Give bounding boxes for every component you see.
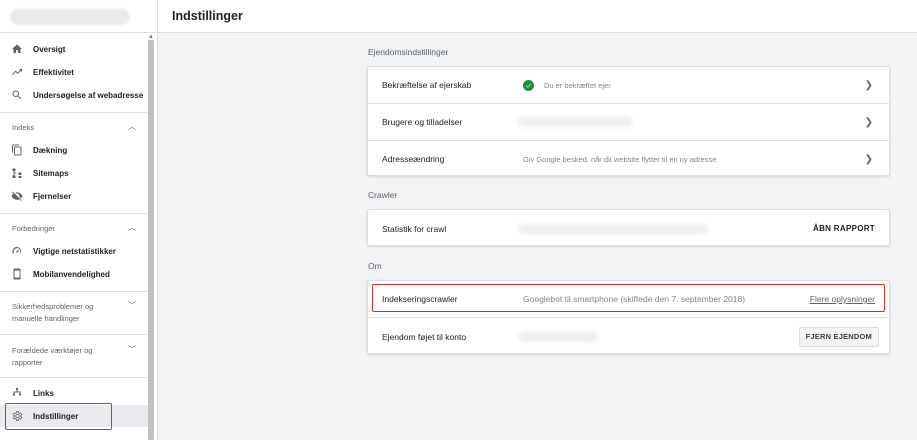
section-title-crawler: Crawler	[368, 190, 398, 200]
row-label: Ejendom føjet til konto	[382, 331, 467, 342]
sidebar-item-daekning[interactable]: Dækning	[0, 139, 148, 161]
sidebar-item-label: Dækning	[33, 145, 68, 155]
property-name-blurred	[10, 9, 130, 25]
row-value: Giv Google besked, når dit website flytt…	[523, 154, 717, 164]
sidebar-scrollbar[interactable]	[148, 40, 154, 440]
sidebar-item-sitemaps[interactable]: Sitemaps	[0, 162, 148, 184]
chevron-down-icon: ﹀	[128, 301, 136, 310]
section-title-line: Sikkerhedsproblemer og	[12, 302, 94, 311]
divider	[0, 334, 148, 335]
highlight-box	[372, 284, 885, 312]
sidebar-item-label: Effektivitet	[33, 67, 74, 77]
divider	[0, 112, 148, 113]
sitemap-icon	[11, 167, 23, 179]
sidebar-item-effektivitet[interactable]: Effektivitet	[0, 61, 148, 83]
sidebar-item-label: Links	[33, 388, 54, 398]
section-forbedringer[interactable]: Forbedringer ︿	[0, 223, 148, 235]
row-label: Adresseændring	[382, 154, 445, 164]
row-users-permissions[interactable]: Brugere og tilladelser ❯	[368, 104, 889, 140]
section-title-ejendomsindstillinger: Ejendomsindstillinger	[368, 47, 449, 57]
sidebar-item-label: Oversigt	[33, 44, 66, 54]
highlight-box	[5, 403, 112, 430]
section-title: Forbedringer	[12, 224, 55, 233]
page-title: Indstillinger	[172, 9, 243, 23]
row-label: Bekræftelse af ejerskab	[382, 80, 472, 90]
section-title-line: Forældede værktøjer og	[12, 346, 93, 355]
sidebar-item-label: Vigtige netstatistikker	[33, 246, 116, 256]
copy-icon	[11, 144, 23, 156]
chevron-up-icon: ︿	[128, 223, 136, 232]
sidebar: ▲ Oversigt Effektivitet Undersøgelse af …	[0, 0, 158, 440]
sidebar-item-label: Fjernelser	[33, 191, 72, 201]
sidebar-item-undersogelse[interactable]: Undersøgelse af webadresse	[0, 84, 148, 106]
section-indeks[interactable]: Indeks ︿	[0, 122, 148, 134]
search-icon	[11, 89, 23, 101]
links-icon	[11, 387, 23, 399]
section-title: Indeks	[12, 123, 35, 132]
section-title-line: rapporter	[12, 358, 43, 367]
eye-off-icon	[11, 190, 23, 202]
remove-property-button[interactable]: FJERN EJENDOM	[798, 326, 879, 347]
row-property-added: Ejendom føjet til konto FJERN EJENDOM	[368, 318, 889, 355]
verified-status: Du er bekræftet ejer	[544, 80, 611, 90]
sidebar-item-label: Mobilanvendelighed	[33, 269, 110, 279]
chevron-right-icon: ❯	[864, 116, 873, 128]
check-circle-icon	[523, 79, 534, 91]
row-address-change[interactable]: Adresseændring Giv Google besked, når di…	[368, 141, 889, 177]
sidebar-item-oversigt[interactable]: Oversigt	[0, 38, 148, 60]
divider	[0, 291, 148, 292]
sidebar-item-mobilanvendelighed[interactable]: Mobilanvendelighed	[0, 263, 148, 285]
chevron-up-icon: ︿	[128, 122, 136, 131]
chevron-right-icon: ❯	[864, 79, 873, 91]
divider	[0, 377, 148, 378]
section-title: Sikkerhedsproblemer og manuelle handling…	[12, 301, 93, 325]
row-verify-ownership[interactable]: Bekræftelse af ejerskab Du er bekræftet …	[368, 67, 889, 103]
section-sikkerhed[interactable]: Sikkerhedsproblemer og manuelle handling…	[0, 301, 148, 325]
open-report-button[interactable]: ÅBN RAPPORT	[813, 224, 875, 233]
chevron-down-icon: ﹀	[128, 345, 136, 354]
speedometer-icon	[11, 245, 23, 257]
home-icon	[11, 43, 23, 55]
row-label: Statistik for crawl	[382, 223, 447, 234]
section-title-line: manuelle handlinger	[12, 314, 80, 323]
row-crawl-stats: Statistik for crawl ÅBN RAPPORT	[368, 210, 889, 247]
sidebar-item-links[interactable]: Links	[0, 382, 148, 404]
row-value: Du er bekræftet ejer	[523, 79, 611, 91]
divider	[0, 213, 148, 214]
property-selector[interactable]	[0, 0, 157, 33]
blurred-value	[518, 331, 598, 342]
sidebar-item-label: Sitemaps	[33, 168, 69, 178]
chevron-right-icon: ❯	[864, 153, 873, 165]
sidebar-item-label: Undersøgelse af webadresse	[33, 90, 144, 100]
blurred-value	[518, 117, 633, 127]
blurred-value	[518, 223, 708, 234]
sidebar-item-fjernelser[interactable]: Fjernelser	[0, 185, 148, 207]
section-title: Forældede værktøjer og rapporter	[12, 345, 92, 369]
sidebar-item-netstatistikker[interactable]: Vigtige netstatistikker	[0, 240, 148, 262]
trending-up-icon	[11, 66, 23, 78]
property-settings-card: Bekræftelse af ejerskab Du er bekræftet …	[367, 66, 890, 176]
section-foraeldede[interactable]: Forældede værktøjer og rapporter ﹀	[0, 345, 148, 369]
smartphone-icon	[11, 268, 23, 280]
row-label: Brugere og tilladelser	[382, 117, 463, 127]
top-bar: Indstillinger	[158, 0, 917, 33]
crawler-card: Statistik for crawl ÅBN RAPPORT	[367, 209, 890, 246]
section-title-om: Om	[368, 261, 382, 271]
